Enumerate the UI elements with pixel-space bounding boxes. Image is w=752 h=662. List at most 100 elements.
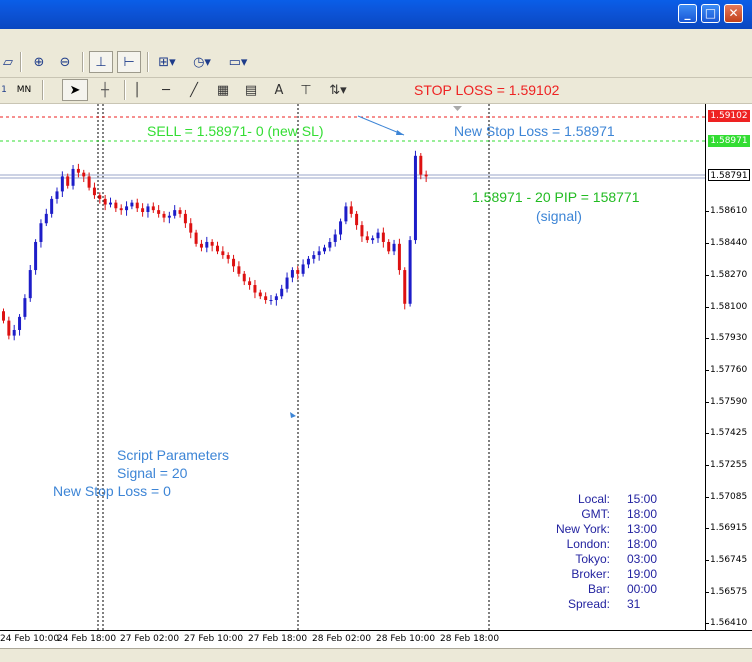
candle-body bbox=[194, 232, 198, 244]
text-label-icon[interactable]: A bbox=[270, 79, 288, 101]
maximize-button[interactable]: □ bbox=[701, 4, 720, 23]
crosshair-icon[interactable]: ┼ bbox=[94, 79, 116, 101]
candle-body bbox=[344, 206, 348, 222]
zoom-in-icon[interactable]: ⊕ bbox=[28, 51, 50, 73]
candle-body bbox=[306, 258, 310, 265]
clock-row: London: 18:00 bbox=[540, 537, 680, 552]
price-chart[interactable]: STOP LOSS = 1.59102 SELL = 1.58971- 0 (n… bbox=[0, 82, 706, 630]
script-signal-value: Signal = 20 bbox=[117, 465, 188, 481]
candle-body bbox=[232, 258, 236, 267]
candle-body bbox=[183, 213, 187, 224]
price-tick-label: 1.56575 bbox=[705, 587, 748, 598]
price-tick-label: 1.56745 bbox=[705, 555, 748, 566]
cursor-arrow-icon[interactable]: ➤ bbox=[62, 79, 88, 101]
price-tick-label: 1.58270 bbox=[705, 269, 748, 280]
horizontal-line-icon[interactable]: ─ bbox=[156, 79, 176, 101]
candle-body bbox=[269, 300, 273, 302]
toolbar-separator bbox=[147, 52, 149, 72]
time-tick-label: 24 Feb 18:00 bbox=[57, 634, 117, 644]
candle-body bbox=[360, 225, 364, 237]
candle-body bbox=[151, 206, 155, 211]
toolbar-separator bbox=[124, 80, 126, 100]
signal-calc-label: 1.58971 - 20 PIP = 158771 bbox=[472, 189, 640, 205]
candle-body bbox=[71, 168, 75, 186]
templates-icon[interactable]: ▭▾ bbox=[223, 51, 253, 73]
candle-body bbox=[323, 247, 326, 252]
trendline-icon[interactable]: ╱ bbox=[184, 79, 204, 101]
indicators-icon[interactable]: ⊞▾ bbox=[153, 51, 181, 73]
candle-body bbox=[2, 311, 5, 321]
candle-body bbox=[76, 168, 80, 173]
line-chart-icon[interactable]: ⏥ bbox=[0, 51, 16, 73]
fibonacci-icon[interactable]: ▤ bbox=[240, 79, 262, 101]
autoscroll-icon[interactable]: ⊥ bbox=[89, 51, 113, 73]
price-tick-label: 1.57590 bbox=[705, 397, 748, 408]
candle-body bbox=[205, 241, 209, 248]
price-tick-label: 1.56410 bbox=[705, 618, 748, 628]
price-tick-label: 1.57425 bbox=[705, 427, 748, 438]
candle-body bbox=[44, 213, 48, 224]
candle-body bbox=[82, 172, 86, 177]
clock-key: Broker: bbox=[571, 567, 610, 581]
candle-body bbox=[317, 251, 321, 256]
clock-panel: Local: 15:00 GMT: 18:00 New York: 13:00 London… bbox=[540, 492, 680, 612]
clock-key: New York: bbox=[555, 522, 610, 536]
time-axis: 24 Feb 10:00 24 Feb 18:00 27 Feb 02:00 27 F… bbox=[0, 630, 752, 649]
script-parameters-title: Script Parameters bbox=[117, 447, 230, 463]
candle-body bbox=[12, 329, 16, 336]
equidistant-channel-icon[interactable]: ▦ bbox=[212, 79, 234, 101]
clock-value: 18:00 bbox=[627, 537, 658, 551]
clock-row: New York: 13:00 bbox=[540, 522, 680, 537]
candle-body bbox=[39, 223, 43, 242]
clock-key: GMT: bbox=[581, 507, 610, 521]
time-tick-label: 28 Feb 02:00 bbox=[312, 634, 372, 644]
candle-body bbox=[301, 264, 305, 274]
candle-body bbox=[87, 176, 91, 188]
toolbar-separator bbox=[20, 52, 22, 72]
time-tick-label: 27 Feb 18:00 bbox=[248, 634, 308, 644]
minimize-button[interactable]: _ bbox=[678, 4, 697, 23]
clock-value: 03:00 bbox=[627, 552, 658, 566]
clock-row: GMT: 18:00 bbox=[540, 507, 680, 522]
annotation-marker bbox=[290, 412, 296, 418]
candle-body bbox=[92, 187, 96, 196]
chart-shift-icon[interactable]: ⊢ bbox=[117, 51, 141, 73]
timeframe-m1-button[interactable]: 1 bbox=[0, 79, 8, 101]
candle-body bbox=[23, 298, 27, 317]
clock-value: 15:00 bbox=[627, 492, 658, 506]
clock-key: London: bbox=[566, 537, 610, 551]
toolbar-separator bbox=[42, 80, 44, 100]
text-box-icon[interactable]: ⊤ bbox=[296, 79, 316, 101]
close-button[interactable]: ✕ bbox=[724, 4, 743, 23]
arrows-dropdown-icon[interactable]: ⇅▾ bbox=[324, 79, 352, 101]
candle-body bbox=[226, 255, 230, 259]
zoom-out-icon[interactable]: ⊖ bbox=[54, 51, 76, 73]
clock-key: Local: bbox=[577, 492, 610, 506]
candle-body bbox=[50, 198, 54, 214]
drawing-toolbar: 1 MN ➤ ┼ │ ─ ╱ ▦ ▤ A ⊤ ⇅▾ bbox=[0, 78, 752, 104]
candle-body bbox=[114, 202, 118, 209]
clock-value: 18:00 bbox=[627, 507, 658, 521]
candle-body bbox=[130, 202, 134, 207]
signal-caption: (signal) bbox=[536, 208, 582, 224]
clock-row: Bar: 00:00 bbox=[540, 582, 680, 597]
time-tick-label: 27 Feb 02:00 bbox=[120, 634, 180, 644]
vertical-line-icon[interactable]: │ bbox=[130, 79, 144, 101]
candle-body bbox=[34, 241, 38, 271]
candle-body bbox=[408, 240, 412, 304]
price-tick-label: 1.58100 bbox=[705, 301, 748, 312]
candle-body bbox=[28, 270, 32, 299]
toolbar-separator bbox=[82, 52, 84, 72]
price-tick-label: 1.58610 bbox=[705, 206, 748, 216]
candle-body bbox=[7, 320, 11, 336]
stop-loss-price-tag: 1.59102 bbox=[708, 110, 750, 122]
candle-body bbox=[237, 266, 241, 274]
candle-body bbox=[381, 232, 385, 242]
timeframe-mn-button[interactable]: MN bbox=[12, 79, 36, 101]
price-axis: 1.58610 1.58440 1.58270 1.58100 1.57930 1.577… bbox=[705, 104, 752, 630]
price-tick-label: 1.57085 bbox=[705, 491, 748, 502]
candle-body bbox=[403, 270, 407, 304]
status-bar bbox=[0, 648, 752, 662]
periods-clock-icon[interactable]: ◷▾ bbox=[188, 51, 216, 73]
candle-body bbox=[66, 176, 70, 186]
